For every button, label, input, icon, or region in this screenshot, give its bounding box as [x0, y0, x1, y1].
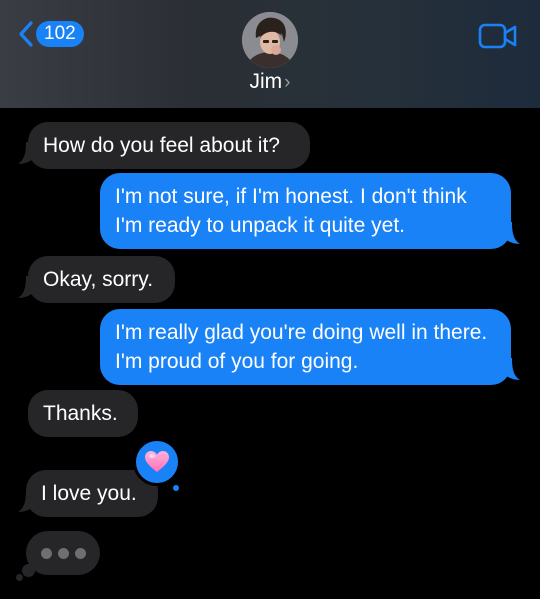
chevron-right-icon: ›	[284, 72, 291, 93]
typing-tail-dot	[16, 574, 23, 581]
message-bubble-outgoing[interactable]: I'm really glad you're doing well in the…	[100, 309, 511, 385]
avatar-image	[242, 12, 298, 68]
avatar[interactable]	[242, 12, 298, 68]
tapback-tail-dot	[173, 485, 179, 491]
message-text: Thanks.	[43, 402, 118, 425]
typing-dot	[57, 547, 69, 559]
message-text: How do you feel about it?	[43, 134, 280, 157]
back-button[interactable]: 102	[18, 18, 84, 50]
typing-indicator	[26, 531, 100, 575]
message-bubble-incoming[interactable]: Thanks.	[28, 390, 138, 437]
message-text: I'm not sure, if I'm honest. I don't thi…	[115, 185, 467, 237]
heart-icon	[145, 451, 169, 472]
message-text: I love you.	[41, 482, 137, 505]
video-camera-icon	[478, 23, 517, 49]
contact-name[interactable]: Jim ›	[0, 70, 540, 94]
contact-name-label: Jim	[249, 70, 283, 93]
typing-dot	[40, 547, 52, 559]
unread-count-badge: 102	[36, 21, 84, 47]
video-call-button[interactable]	[478, 22, 518, 55]
tapback-reaction[interactable]	[133, 438, 181, 486]
message-text: I'm really glad you're doing well in the…	[115, 321, 488, 373]
chevron-left-icon	[19, 21, 33, 47]
message-bubble-outgoing[interactable]: I'm not sure, if I'm honest. I don't thi…	[100, 173, 511, 249]
message-bubble-incoming[interactable]: How do you feel about it?	[28, 122, 310, 169]
conversation-header: 102 Jim ›	[0, 0, 540, 108]
typing-dot	[74, 547, 86, 559]
message-text: Okay, sorry.	[43, 268, 154, 291]
message-bubble-incoming[interactable]: Okay, sorry.	[28, 256, 175, 303]
